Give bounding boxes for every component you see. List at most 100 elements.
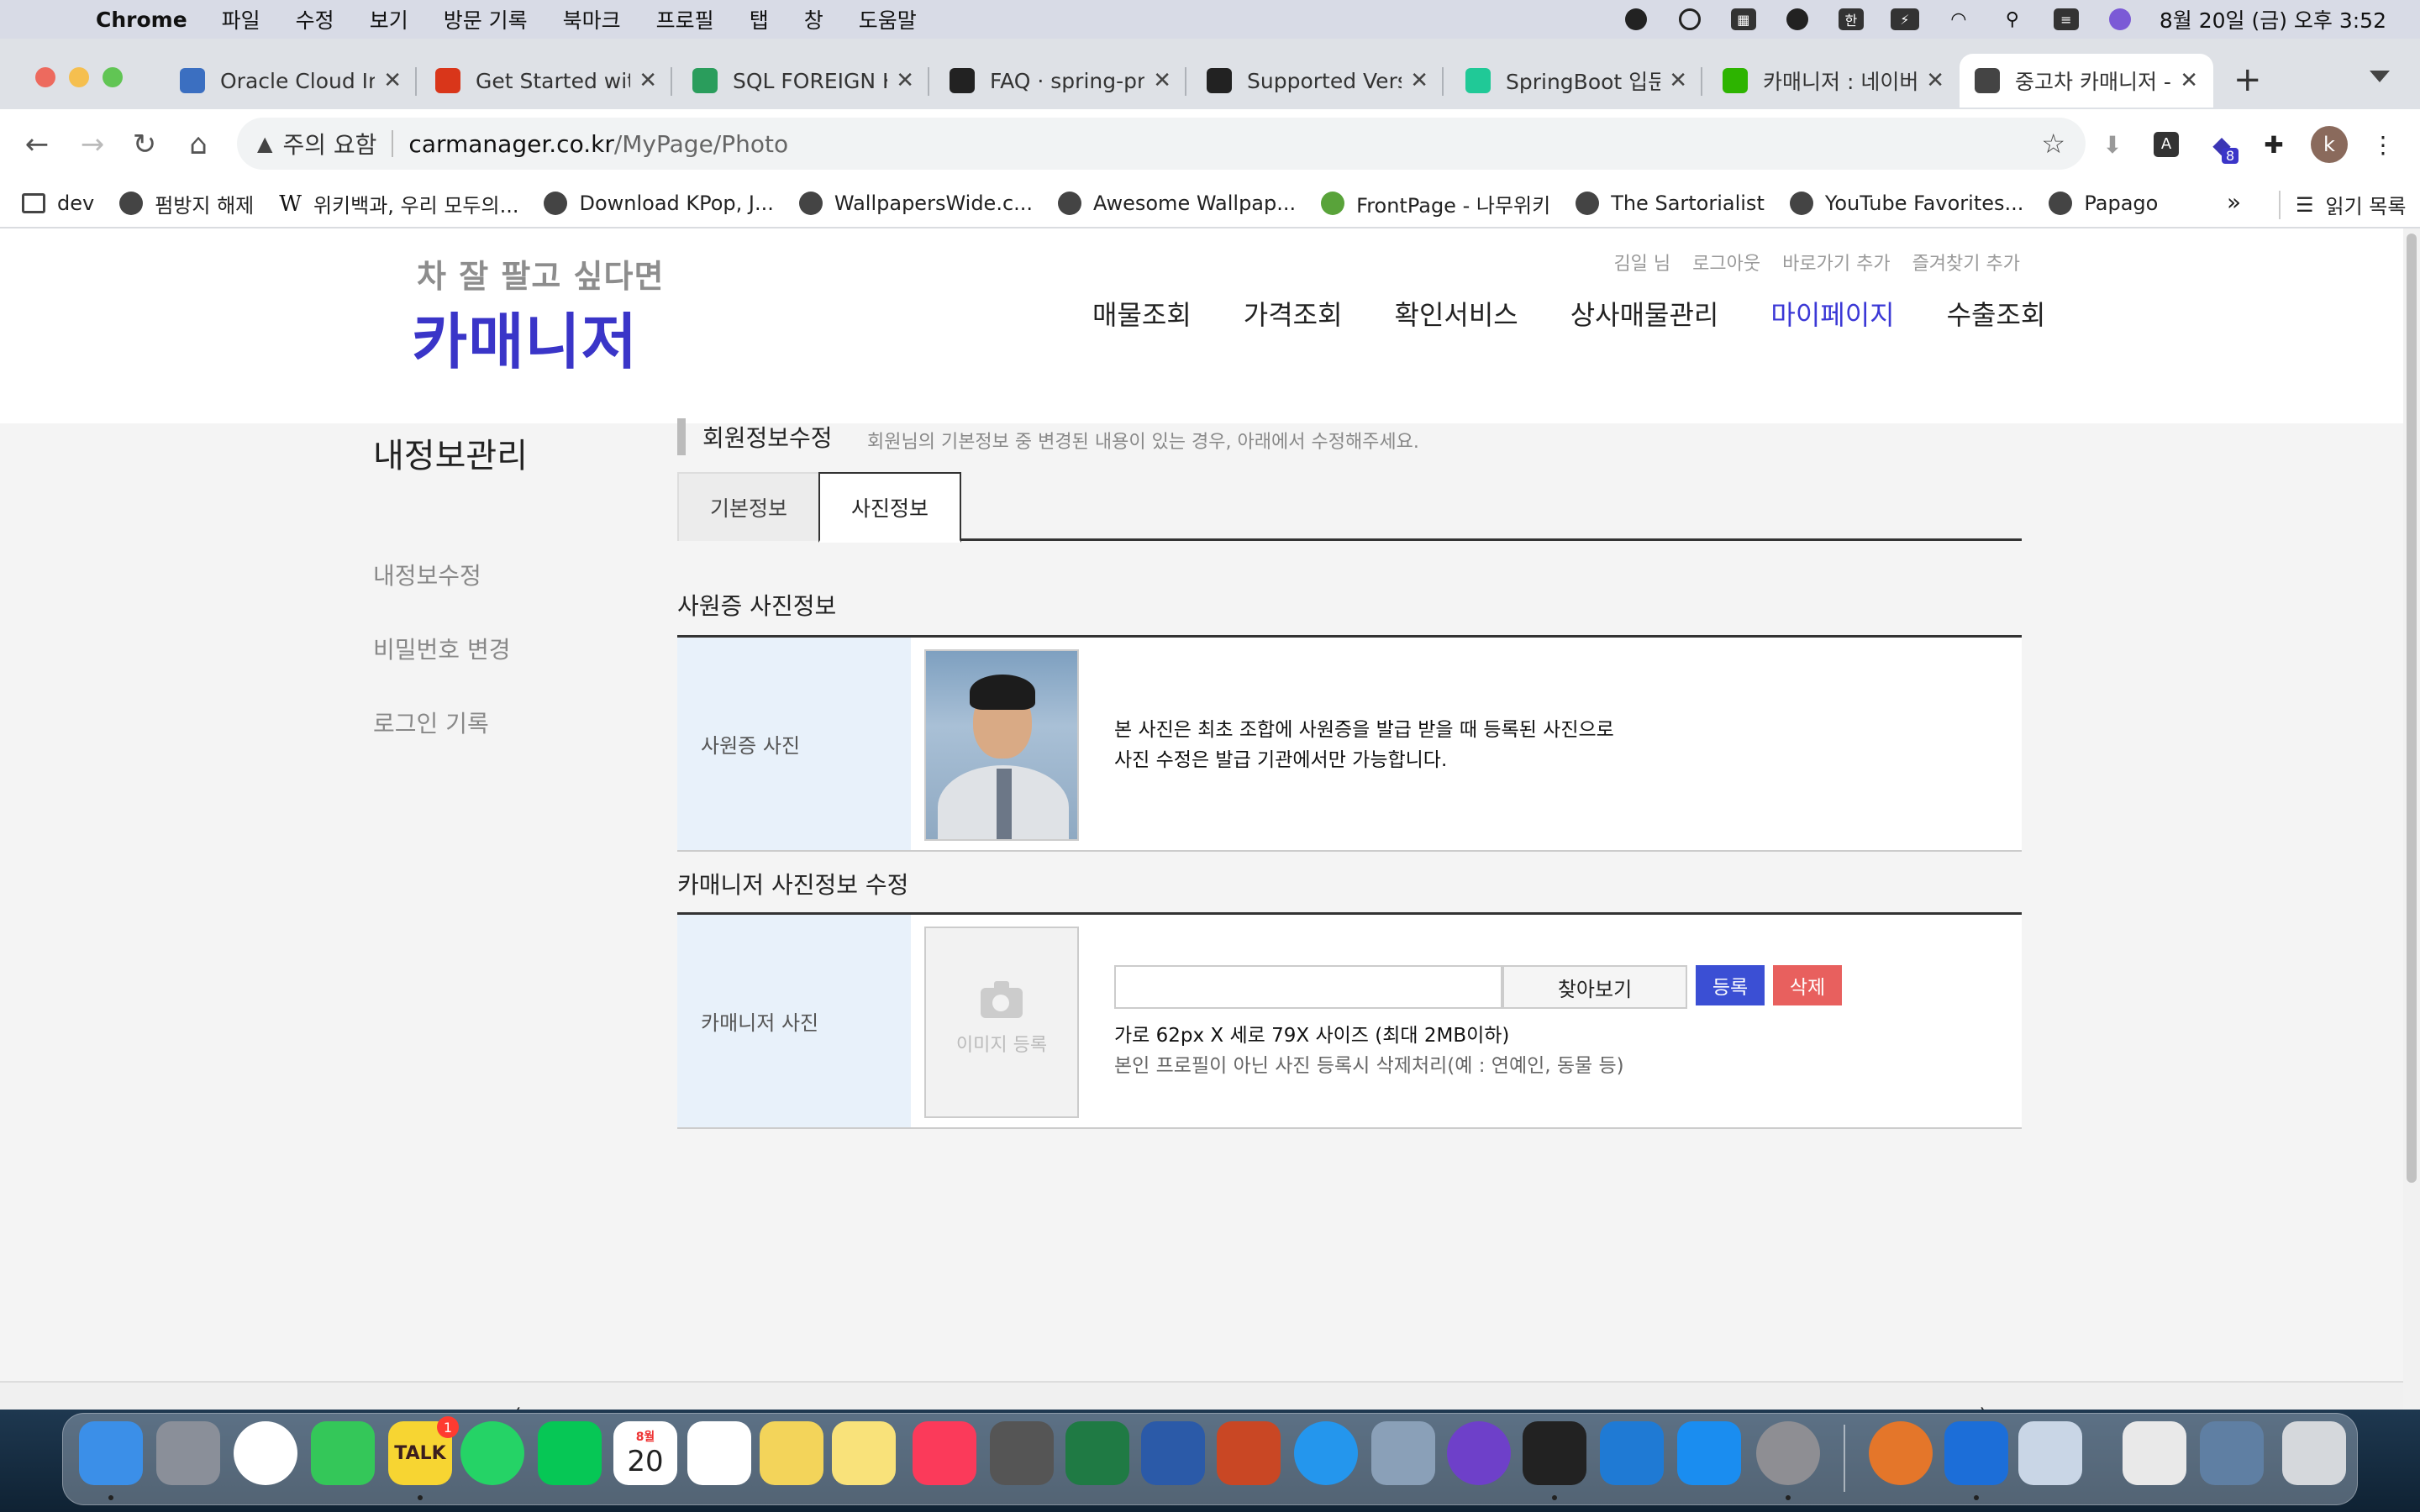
sidebar-item-change-password[interactable]: 비밀번호 변경 bbox=[373, 632, 510, 665]
minimize-window-button[interactable] bbox=[69, 67, 89, 87]
scrollbar-thumb[interactable] bbox=[2407, 234, 2417, 1183]
status-app-icon[interactable] bbox=[1622, 7, 1650, 32]
bookmark-item[interactable]: Papago bbox=[2049, 192, 2158, 215]
back-icon[interactable]: ← bbox=[17, 124, 57, 165]
menu-window[interactable]: 창 bbox=[804, 4, 823, 34]
nav-verification-service[interactable]: 확인서비스 bbox=[1395, 294, 1518, 333]
nav-price-search[interactable]: 가격조회 bbox=[1244, 294, 1343, 333]
search-icon[interactable]: ⚲ bbox=[1998, 7, 2027, 32]
logout-link[interactable]: 로그아웃 bbox=[1692, 249, 1760, 276]
notes-icon[interactable] bbox=[832, 1421, 896, 1485]
bookmark-item[interactable]: W 위키백과, 우리 모두의... bbox=[279, 189, 518, 218]
logo-tagline[interactable]: 차 잘 팔고 싶다면 bbox=[417, 250, 664, 297]
reading-list-button[interactable]: ☰ 읽기 목록 bbox=[2279, 190, 2406, 219]
bookmark-star-icon[interactable]: ☆ bbox=[2041, 128, 2065, 160]
tab-basic-info[interactable]: 기본정보 bbox=[677, 472, 820, 541]
bookmark-item[interactable]: dev bbox=[22, 192, 94, 215]
bookmark-item[interactable]: YouTube Favorites... bbox=[1789, 192, 2023, 215]
download-extension-icon[interactable]: ⬇ bbox=[2094, 126, 2131, 163]
bookmark-item[interactable]: Awesome Wallpap... bbox=[1058, 192, 1296, 215]
address-bar[interactable]: ▲ 주의 요함 carmanager.co.kr /MyPage/Photo ☆ bbox=[237, 118, 2086, 170]
forward-icon[interactable]: → bbox=[72, 124, 113, 165]
siri-icon[interactable] bbox=[2106, 7, 2134, 32]
maximize-window-button[interactable] bbox=[103, 67, 123, 87]
add-favorite-link[interactable]: 즐겨찾기 추가 bbox=[1912, 249, 2020, 276]
bookmark-item[interactable]: The Sartorialist bbox=[1576, 192, 1765, 215]
menu-clock[interactable]: 8월 20일 (금) 오후 3:52 bbox=[2160, 4, 2386, 34]
sidebar-item-edit-info[interactable]: 내정보수정 bbox=[373, 558, 481, 591]
favorites-prev-button[interactable]: 〈 bbox=[499, 1401, 521, 1410]
browser-tab[interactable]: Supported Vers ✕ bbox=[1192, 54, 1444, 108]
site-logo[interactable]: 카매니저 bbox=[412, 292, 638, 381]
menu-history[interactable]: 방문 기록 bbox=[444, 4, 528, 34]
close-tab-icon[interactable]: ✕ bbox=[2180, 68, 2198, 93]
dictionary-extension-icon[interactable]: A bbox=[2148, 126, 2185, 163]
app-store-icon[interactable] bbox=[1677, 1421, 1741, 1485]
korean-input-icon[interactable]: 한 bbox=[1837, 7, 1865, 32]
chrome-icon[interactable] bbox=[234, 1421, 297, 1485]
docker-status-icon[interactable]: ▦ bbox=[1729, 7, 1758, 32]
close-tab-icon[interactable]: ✕ bbox=[1410, 68, 1428, 93]
close-tab-icon[interactable]: ✕ bbox=[1926, 68, 1944, 93]
terminal-icon[interactable] bbox=[1523, 1421, 1586, 1485]
pdf-file-icon[interactable] bbox=[2123, 1421, 2186, 1485]
extensions-puzzle-icon[interactable]: ✚ bbox=[2255, 126, 2292, 163]
menu-file[interactable]: 파일 bbox=[222, 4, 260, 34]
user-name-link[interactable]: 김일 님 bbox=[1613, 249, 1670, 276]
screenshot-file-icon[interactable] bbox=[2200, 1421, 2264, 1485]
delete-button[interactable]: 삭제 bbox=[1773, 965, 1842, 1005]
image-placeholder[interactable]: 이미지 등록 bbox=[924, 927, 1079, 1118]
xcode-icon[interactable] bbox=[1944, 1421, 2008, 1485]
menu-help[interactable]: 도움말 bbox=[859, 4, 917, 34]
new-tab-button[interactable]: + bbox=[2233, 60, 2262, 99]
music-icon[interactable] bbox=[913, 1421, 976, 1485]
stickies-icon[interactable] bbox=[760, 1421, 823, 1485]
bookmark-item[interactable]: Download KPop, J... bbox=[544, 192, 774, 215]
favorites-next-button[interactable]: 〉 bbox=[1980, 1401, 2002, 1410]
close-tab-icon[interactable]: ✕ bbox=[639, 68, 657, 93]
close-tab-icon[interactable]: ✕ bbox=[1669, 68, 1687, 93]
database-icon[interactable] bbox=[1371, 1421, 1435, 1485]
bookmarks-overflow-icon[interactable]: » bbox=[2227, 188, 2241, 216]
browser-tab[interactable]: FAQ · spring-pr ✕ bbox=[934, 54, 1186, 108]
calendar-icon[interactable]: 8월 20 bbox=[613, 1421, 677, 1485]
trash-icon[interactable] bbox=[2282, 1421, 2346, 1485]
browser-tab[interactable]: Oracle Cloud In ✕ bbox=[165, 54, 417, 108]
reload-icon[interactable]: ↻ bbox=[124, 124, 165, 165]
tab-photo-info[interactable]: 사진정보 bbox=[818, 472, 961, 543]
bookmark-item[interactable]: WallpapersWide.c... bbox=[798, 192, 1033, 215]
docker-icon[interactable] bbox=[1294, 1421, 1358, 1485]
browser-tab[interactable]: Get Started with ✕ bbox=[420, 54, 672, 108]
nav-listing-search[interactable]: 매물조회 bbox=[1092, 294, 1192, 333]
control-center-icon[interactable]: ≡ bbox=[2052, 7, 2081, 32]
wechat-status-icon[interactable] bbox=[1783, 7, 1812, 32]
bookmark-item[interactable]: FrontPage - 나무위키 bbox=[1321, 189, 1550, 218]
warning-icon[interactable]: ▲ bbox=[257, 132, 272, 155]
file-path-input[interactable] bbox=[1114, 965, 1502, 1009]
preview-icon[interactable] bbox=[2018, 1421, 2082, 1485]
sidebar-item-login-history[interactable]: 로그인 기록 bbox=[373, 706, 489, 739]
messages-icon[interactable] bbox=[311, 1421, 375, 1485]
security-warning-label[interactable]: 주의 요함 bbox=[282, 127, 376, 160]
browser-tab[interactable]: 카매니저 : 네이버 ✕ bbox=[1707, 54, 1960, 108]
wifi-icon[interactable]: ◠ bbox=[1944, 7, 1973, 32]
word-icon[interactable] bbox=[1141, 1421, 1205, 1485]
menu-app-name[interactable]: Chrome bbox=[96, 8, 187, 32]
browser-tab[interactable]: SQL FOREIGN K ✕ bbox=[677, 54, 929, 108]
creative-cloud-icon[interactable] bbox=[1676, 7, 1704, 32]
page-scrollbar[interactable] bbox=[2403, 228, 2420, 1410]
nav-dealer-listings[interactable]: 상사매물관리 bbox=[1570, 294, 1719, 333]
close-tab-icon[interactable]: ✕ bbox=[896, 68, 914, 93]
excel-icon[interactable] bbox=[1065, 1421, 1129, 1485]
vscode-icon[interactable] bbox=[1600, 1421, 1664, 1485]
launchpad-icon[interactable] bbox=[156, 1421, 220, 1485]
reeder-icon[interactable] bbox=[1869, 1421, 1933, 1485]
close-tab-icon[interactable]: ✕ bbox=[383, 68, 402, 93]
profile-avatar[interactable]: k bbox=[2311, 126, 2348, 163]
menu-bookmarks[interactable]: 북마크 bbox=[563, 4, 621, 34]
line-icon[interactable] bbox=[538, 1421, 602, 1485]
register-button[interactable]: 등록 bbox=[1696, 965, 1765, 1005]
browser-tab[interactable]: SpringBoot 입문 ✕ bbox=[1450, 54, 1702, 108]
github-desktop-icon[interactable] bbox=[1447, 1421, 1511, 1485]
battery-icon[interactable]: ⚡ bbox=[1890, 7, 1919, 32]
